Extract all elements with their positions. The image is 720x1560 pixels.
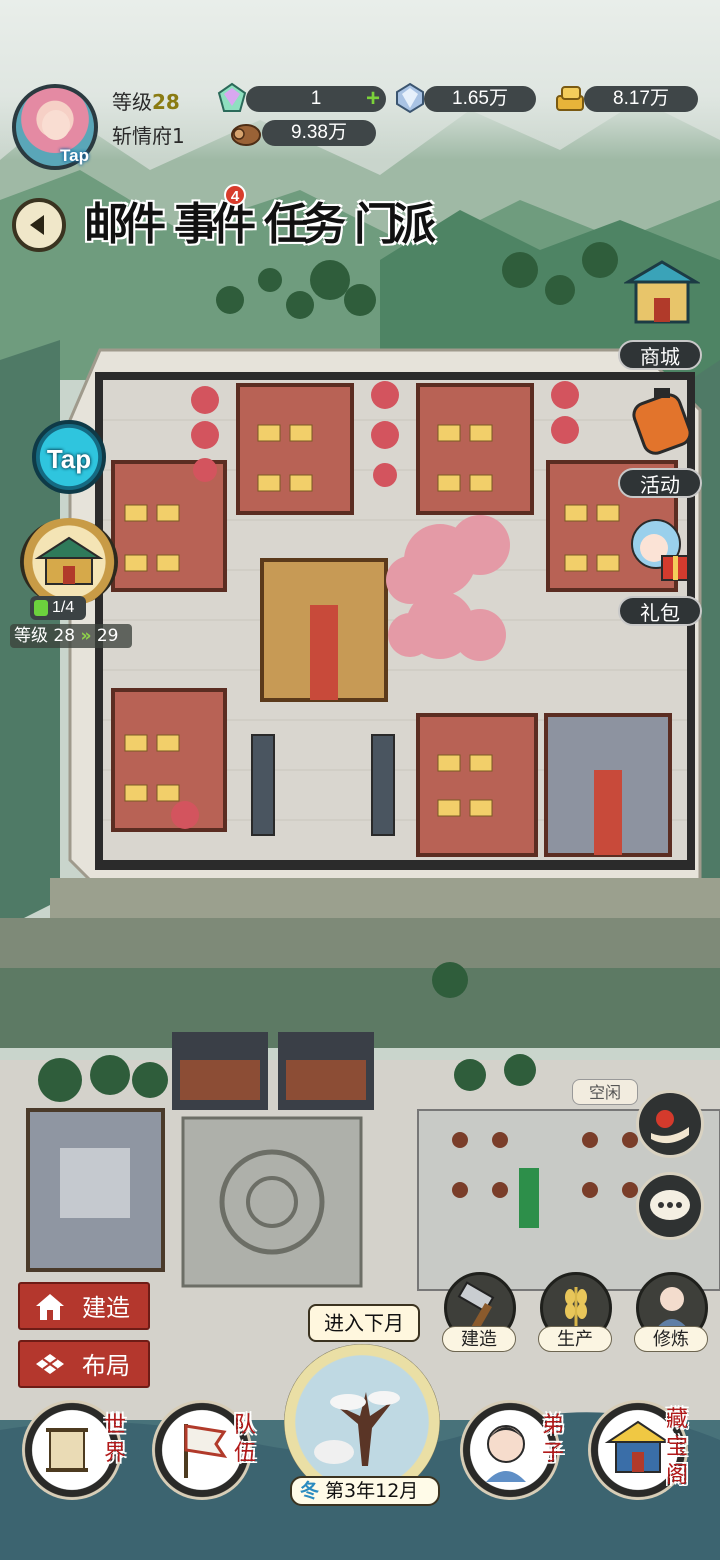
calendar-date: 冬第3年12月 [290, 1476, 440, 1506]
level-label: 等级 [112, 90, 152, 114]
nav-team-label: 队伍 [233, 1413, 256, 1466]
crystal-value: 1.65万 [452, 88, 508, 109]
wood-value: 9.38万 [291, 122, 347, 143]
next-month-button[interactable]: 进入下月 [308, 1304, 420, 1342]
sect-building-icon[interactable] [20, 518, 118, 606]
wood-resource[interactable]: 9.38万 [262, 120, 376, 146]
activity-button[interactable]: 活动 [618, 468, 702, 498]
player-level: 等级28 [112, 86, 180, 115]
sect-level-current: 等级 28 [14, 626, 76, 646]
tab-sect[interactable]: 门派 [354, 188, 436, 250]
nav-world-label: 世界 [103, 1413, 126, 1466]
cultivate-action-label: 修炼 [634, 1326, 708, 1352]
events-badge: 4 [224, 184, 246, 206]
layout-label: 布局 [82, 1352, 130, 1380]
gem-value: 1 [310, 88, 322, 109]
gem-resource[interactable]: 1 + [246, 86, 386, 112]
taptap-button[interactable]: Tap [32, 420, 106, 494]
gold-resource[interactable]: 8.17万 [584, 86, 698, 112]
season-label: 冬 [300, 1480, 320, 1502]
avatar-tap-badge: Tap [60, 146, 89, 165]
player-avatar[interactable]: Tap [12, 84, 98, 170]
shop-pavilion-icon[interactable] [624, 258, 700, 334]
gift-pack-button[interactable]: 礼包 [618, 596, 702, 626]
level-up-arrow-icon: » [80, 626, 92, 646]
shop-button[interactable]: 商城 [618, 340, 702, 370]
level-value: 28 [152, 90, 180, 114]
hand-orb-button[interactable] [636, 1090, 704, 1158]
player-residence: 斩情府1 [112, 124, 185, 148]
chat-button[interactable] [636, 1172, 704, 1240]
gem-plus-button[interactable]: + [366, 86, 380, 112]
idle-status-tag: 空闲 [572, 1079, 638, 1105]
chat-bubble-icon [650, 1190, 690, 1220]
house-icon [36, 1294, 64, 1320]
sect-level-next: 29 [96, 626, 119, 646]
build-mode-label: 建造 [82, 1294, 130, 1322]
gold-icon [556, 86, 584, 111]
avatar-face [42, 110, 70, 140]
sect-hall-icon [34, 536, 104, 585]
layout-button[interactable]: 布局 [18, 1340, 150, 1388]
back-button[interactable] [12, 198, 66, 252]
lantern-icon[interactable] [624, 384, 700, 460]
taptap-label: Tap [46, 444, 92, 474]
gem-icon [217, 82, 247, 112]
tab-tasks[interactable]: 任务 [264, 188, 346, 250]
layout-grid-icon [36, 1354, 64, 1374]
wood-icon [231, 124, 261, 146]
build-action-label: 建造 [442, 1326, 516, 1352]
crystal-resource[interactable]: 1.65万 [424, 86, 536, 112]
produce-action-label: 生产 [538, 1326, 612, 1352]
tab-mail[interactable]: 邮件 [84, 188, 166, 250]
hand-orb-icon [651, 1110, 689, 1144]
crystal-icon [396, 82, 424, 114]
nav-disciples-label: 弟子 [541, 1413, 564, 1466]
date-label: 第3年12月 [325, 1480, 419, 1502]
sect-level: 等级 28 » 29 [10, 624, 132, 648]
gift-girl-icon[interactable] [618, 512, 694, 588]
sect-upgrade-progress: 1/4 [30, 596, 86, 620]
build-mode-button[interactable]: 建造 [18, 1282, 150, 1330]
gold-value: 8.17万 [613, 88, 669, 109]
nav-treasure-label: 藏宝阁 [665, 1407, 688, 1488]
